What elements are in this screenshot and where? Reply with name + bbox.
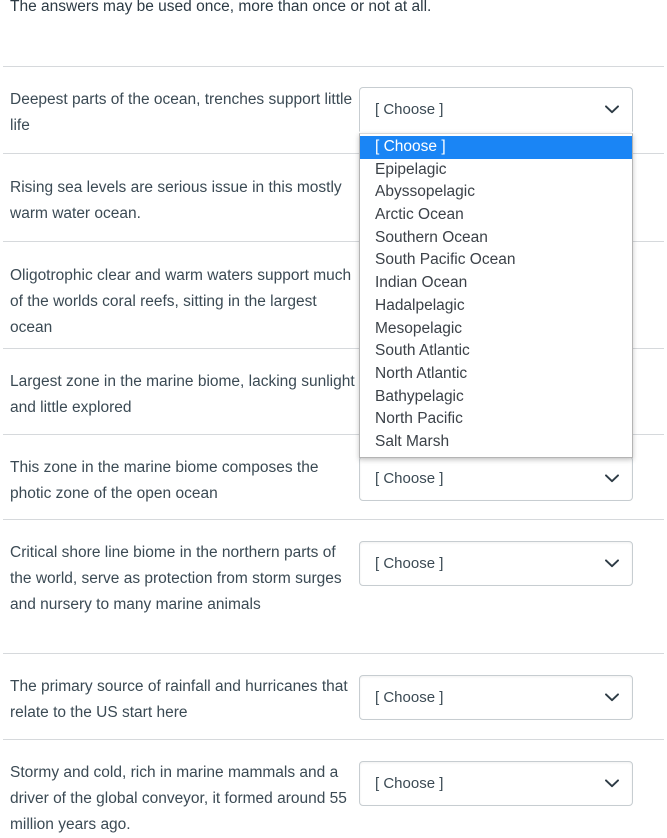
answer-select-1-listbox[interactable]: [ Choose ] Epipelagic Abyssopelagic Arctic … (359, 133, 633, 458)
dropdown-option[interactable]: Hadalpelagic (360, 295, 632, 318)
answer-select-5[interactable]: [ Choose ] (359, 456, 633, 501)
dropdown-option[interactable]: [ Choose ] (360, 136, 632, 159)
question-prompt: Largest zone in the marine biome, lackin… (10, 373, 355, 416)
matching-row: Stormy and cold, rich in marine mammals … (0, 739, 667, 836)
question-prompt: Oligotrophic clear and warm waters suppo… (10, 267, 352, 336)
answer-select-7[interactable]: [ Choose ] (359, 675, 633, 720)
answer-select-value: [ Choose ] (375, 555, 444, 572)
row-divider (3, 653, 664, 654)
question-prompt: Rising sea levels are serious issue in t… (10, 179, 342, 222)
row-divider (3, 519, 664, 520)
chevron-down-icon (605, 88, 619, 131)
question-prompt: This zone in the marine biome composes t… (10, 459, 319, 502)
question-prompt: Deepest parts of the ocean, trenches sup… (10, 91, 353, 134)
dropdown-option[interactable]: Bathypelagic (360, 386, 632, 409)
dropdown-option[interactable]: Epipelagic (360, 159, 632, 182)
dropdown-option[interactable]: Salt Marsh (360, 431, 632, 454)
chevron-down-icon (605, 542, 619, 585)
dropdown-option[interactable]: Indian Ocean (360, 272, 632, 295)
dropdown-option[interactable]: North Atlantic (360, 363, 632, 386)
row-divider (3, 66, 664, 67)
answer-select-1[interactable]: [ Choose ] (359, 87, 633, 132)
chevron-down-icon (605, 762, 619, 805)
dropdown-option[interactable]: Mesopelagic (360, 318, 632, 341)
chevron-down-icon (605, 676, 619, 719)
dropdown-option[interactable]: South Pacific Ocean (360, 249, 632, 272)
chevron-down-icon (605, 457, 619, 500)
instructions-text: The answers may be used once, more than … (10, 0, 432, 15)
answer-select-value: [ Choose ] (375, 689, 444, 706)
dropdown-option[interactable]: Southern Ocean (360, 227, 632, 250)
question-prompt: Stormy and cold, rich in marine mammals … (10, 764, 347, 833)
dropdown-option[interactable]: North Pacific (360, 408, 632, 431)
answer-select-8[interactable]: [ Choose ] (359, 761, 633, 806)
dropdown-option[interactable]: South Atlantic (360, 340, 632, 363)
matching-row: The primary source of rainfall and hurri… (0, 653, 667, 739)
question-prompt: The primary source of rainfall and hurri… (10, 678, 348, 721)
question-prompt: Critical shore line biome in the norther… (10, 544, 342, 613)
dropdown-option[interactable]: Abyssopelagic (360, 181, 632, 204)
matching-row: Critical shore line biome in the norther… (0, 519, 667, 653)
answer-select-value: [ Choose ] (375, 470, 444, 487)
dropdown-option[interactable]: Arctic Ocean (360, 204, 632, 227)
answer-select-6[interactable]: [ Choose ] (359, 541, 633, 586)
row-divider (3, 739, 664, 740)
answer-select-value: [ Choose ] (375, 101, 444, 118)
answer-select-value: [ Choose ] (375, 775, 444, 792)
